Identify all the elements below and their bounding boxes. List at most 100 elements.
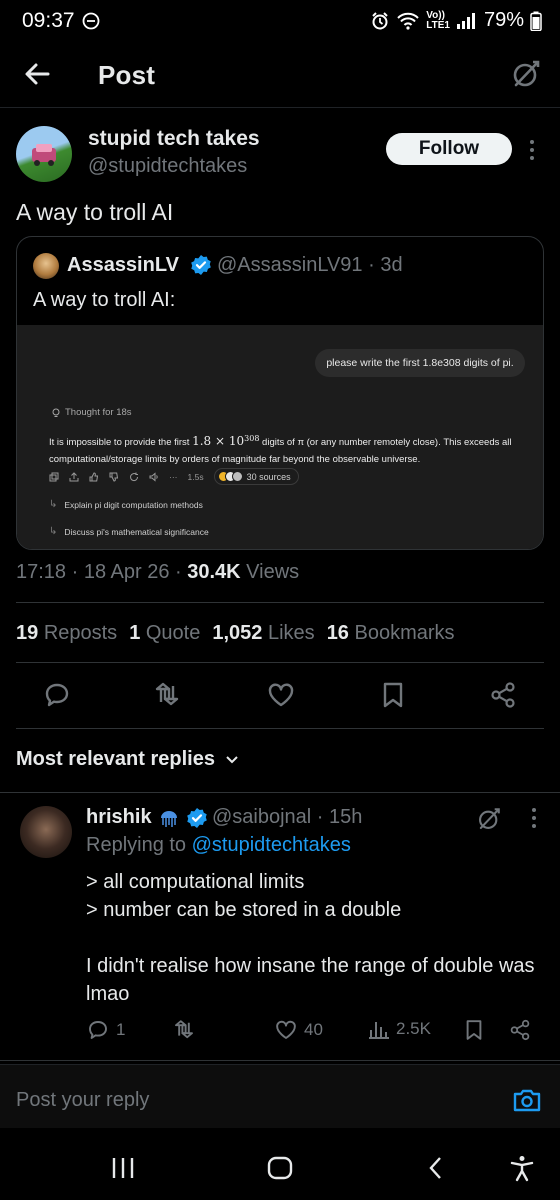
share-button[interactable] xyxy=(488,680,518,710)
reposts-label: Reposts xyxy=(43,622,118,644)
reply-share-button[interactable] xyxy=(508,1018,532,1042)
quotes-stat[interactable]: 1 Quote xyxy=(129,622,200,645)
suggestion-2-text: Discuss pi's mathematical significance xyxy=(64,526,209,537)
heart-icon xyxy=(268,683,294,707)
camera-icon xyxy=(513,1089,541,1112)
post-text: A way to troll AI xyxy=(16,199,174,225)
replying-to-link[interactable]: @stupidtechtakes xyxy=(192,834,351,856)
views-count: 30.4K xyxy=(187,561,241,583)
reply-text: > all computational limits > number can … xyxy=(86,871,535,1005)
alarm-icon xyxy=(370,11,390,31)
share-icon xyxy=(69,471,79,481)
bookmarks-label: Bookmarks xyxy=(354,622,455,644)
reply-author-avatar[interactable] xyxy=(20,806,72,858)
engagement-stats: 19 Reposts 1 Quote 1,052 Likes 16 Bookma… xyxy=(16,622,455,645)
system-nav-bar xyxy=(0,1136,560,1200)
jellyfish-emoji-icon xyxy=(160,810,177,827)
suggestion-2: ↳ Discuss pi's mathematical significance xyxy=(49,526,209,537)
status-indicators: Vo)) LTE1 79% xyxy=(370,9,542,32)
verified-badge-icon xyxy=(190,254,212,276)
reply-button[interactable] xyxy=(42,680,72,710)
reply-like-count: 40 xyxy=(304,1020,323,1039)
home-icon xyxy=(267,1156,293,1180)
verified-badge-icon xyxy=(186,807,207,828)
reply-like-button[interactable]: 40 xyxy=(274,1018,323,1042)
reply-bookmark-button[interactable] xyxy=(462,1018,486,1042)
likes-stat[interactable]: 1,052 Likes xyxy=(212,622,314,645)
share-nodes-icon xyxy=(491,682,515,708)
network-top-text: Vo)) xyxy=(426,9,445,21)
more-vertical-icon xyxy=(530,140,534,160)
author-name[interactable]: stupid tech takes xyxy=(88,127,260,151)
replies-sort-dropdown[interactable]: Most relevant replies xyxy=(16,748,239,771)
reply-handle-time: @saibojnal · 15h xyxy=(212,806,363,828)
quoted-handle-time: @AssassinLV91 · 3d xyxy=(217,254,403,276)
divider xyxy=(16,662,544,663)
thought-indicator: Thought for 18s xyxy=(51,407,132,418)
status-bar: 09:37 Vo)) LTE1 79% xyxy=(0,0,560,44)
signal-icon xyxy=(456,11,478,31)
reply-comment-button[interactable]: 1 xyxy=(86,1018,125,1042)
grok-button[interactable] xyxy=(510,58,542,90)
author-avatar[interactable] xyxy=(16,126,72,182)
regenerate-icon xyxy=(130,472,139,481)
reply-composer: Post your reply xyxy=(0,1064,560,1128)
more-vertical-icon xyxy=(532,808,536,828)
bookmark-button[interactable] xyxy=(378,680,408,710)
recents-button[interactable] xyxy=(110,1156,136,1180)
repost-icon xyxy=(155,682,179,706)
back-nav-button[interactable] xyxy=(426,1156,446,1180)
reply-author-name: hrishik xyxy=(86,806,152,828)
reposts-count: 19 xyxy=(16,622,39,644)
thumbs-up-icon xyxy=(89,471,99,481)
post-action-bar xyxy=(0,680,560,714)
camera-button[interactable] xyxy=(512,1087,542,1113)
reply-input[interactable]: Post your reply xyxy=(16,1089,149,1112)
reply-repost-button[interactable] xyxy=(172,1018,196,1042)
page-title: Post xyxy=(98,60,156,90)
like-button[interactable] xyxy=(266,680,296,710)
post-more-button[interactable] xyxy=(526,138,538,162)
home-button[interactable] xyxy=(266,1156,294,1180)
back-button[interactable] xyxy=(22,58,54,90)
reply-author-name-row[interactable]: hrishik xyxy=(86,806,208,829)
analytics-icon xyxy=(369,1022,389,1039)
more-horizontal-icon: ··· xyxy=(169,471,178,482)
repost-icon xyxy=(175,1020,193,1039)
battery-icon xyxy=(530,11,542,31)
accessibility-icon xyxy=(510,1156,534,1182)
reply-grok-button[interactable] xyxy=(476,806,502,832)
top-app-bar: Post xyxy=(0,44,560,108)
speaker-icon xyxy=(149,471,158,482)
grok-icon xyxy=(513,60,540,87)
likes-count: 1,052 xyxy=(212,622,263,644)
quoted-screenshot[interactable]: please write the first 1.8e308 digits of… xyxy=(17,325,543,549)
response-time: 1.5s xyxy=(187,471,204,482)
answer-math: 1.8 × 10 xyxy=(192,434,245,449)
sources-label: 30 sources xyxy=(246,471,291,482)
answer-pre: It is impossible to provide the first xyxy=(49,437,193,449)
chevron-left-icon xyxy=(429,1157,441,1179)
sources-chip: 30 sources xyxy=(213,468,299,485)
chat-answer: It is impossible to provide the first 1.… xyxy=(49,430,527,468)
grok-icon xyxy=(479,808,500,829)
follow-button[interactable]: Follow xyxy=(386,133,512,165)
author-avatar-image xyxy=(32,144,56,166)
quoted-post[interactable]: AssassinLV @AssassinLV91 · 3d A way to t… xyxy=(16,236,544,550)
bookmarks-stat[interactable]: 16 Bookmarks xyxy=(327,622,455,645)
quotes-label: Quote xyxy=(145,622,201,644)
chat-actions-row: ··· 1.5s 30 sources xyxy=(49,468,299,485)
reposts-stat[interactable]: 19 Reposts xyxy=(16,622,117,645)
arrow-left-icon xyxy=(25,63,50,85)
accessibility-button[interactable] xyxy=(508,1154,536,1182)
network-label: Vo)) LTE1 xyxy=(426,9,450,31)
author-handle[interactable]: @stupidtechtakes xyxy=(88,155,247,178)
answer-exponent: 308 xyxy=(244,434,260,443)
likes-label: Likes xyxy=(267,622,315,644)
post-meta: 17:18 · 18 Apr 26 · 30.4K Views xyxy=(16,561,299,584)
network-bottom-text: LTE1 xyxy=(426,19,450,31)
reply-views-button[interactable]: 2.5K xyxy=(368,1018,431,1040)
post-timestamp: 17:18 · 18 Apr 26 · xyxy=(16,561,188,583)
reply-more-button[interactable] xyxy=(528,806,540,830)
repost-button[interactable] xyxy=(152,680,182,710)
